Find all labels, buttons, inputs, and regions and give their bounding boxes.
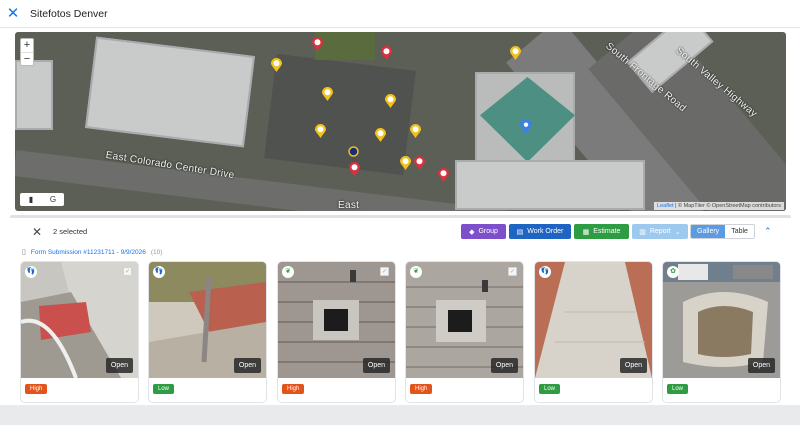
map-building <box>15 60 53 130</box>
window-title: Sitefotos Denver <box>30 7 108 20</box>
photo-card[interactable]: 👣 Open Low <box>149 262 266 402</box>
map-pin-yellow[interactable] <box>271 58 282 72</box>
open-button[interactable]: Open <box>490 358 518 373</box>
photo-card[interactable]: 👣 Open Low <box>535 262 652 402</box>
photo-count: (10) <box>150 248 163 256</box>
select-checkbox[interactable]: ✓ <box>123 267 132 276</box>
zoom-control: + − <box>20 38 34 66</box>
calculator-icon: ▦ <box>582 228 590 236</box>
open-button[interactable]: Open <box>619 358 647 373</box>
form-submission-header: ▯ Form Submission #11231711 - 9/9/2026 (… <box>22 248 163 257</box>
work-order-button[interactable]: ▤ Work Order <box>509 224 571 239</box>
map-pin-red[interactable] <box>312 37 323 51</box>
site-map[interactable]: East Colorado Center Drive South Frontag… <box>15 32 786 211</box>
table-tab[interactable]: Table <box>725 225 754 238</box>
street-label-east: East <box>338 200 360 211</box>
bottom-strip <box>0 405 800 425</box>
footsteps-icon: 👣 <box>153 266 165 278</box>
map-pin-red[interactable] <box>438 168 449 182</box>
photo-card[interactable]: ❦ ✓ Open High <box>406 262 523 402</box>
map-pin-red[interactable] <box>381 46 392 60</box>
map-pin-yellow[interactable] <box>385 94 396 108</box>
layers-icon: ◆ <box>469 228 475 236</box>
priority-badge: High <box>410 384 433 394</box>
footsteps-icon: 👣 <box>539 266 551 278</box>
open-button[interactable]: Open <box>362 358 390 373</box>
app-window: ✕ Sitefotos Denver East Colorado Center … <box>0 0 800 425</box>
map-pin-yellow[interactable] <box>322 87 333 101</box>
estimate-label: Estimate <box>593 228 621 235</box>
map-view-button[interactable]: ▮ <box>20 193 42 206</box>
map-pin-navy[interactable] <box>348 146 359 160</box>
clipboard-icon: ▤ <box>516 228 524 236</box>
open-button[interactable]: Open <box>747 358 775 373</box>
group-label: Group <box>478 228 498 235</box>
clear-selection-icon[interactable]: ✕ <box>32 225 42 239</box>
map-pin-red[interactable] <box>414 156 425 170</box>
site-photo: ✿ Open <box>663 262 780 378</box>
gallery-tab[interactable]: Gallery <box>691 225 726 238</box>
view-toggle: Gallery Table <box>690 224 755 239</box>
close-icon[interactable]: ✕ <box>6 6 20 21</box>
map-pin-yellow[interactable] <box>375 128 386 142</box>
map-pin-yellow[interactable] <box>510 46 521 60</box>
document-icon: ▥ <box>639 228 646 236</box>
select-checkbox[interactable]: ✓ <box>508 267 517 276</box>
google-view-button[interactable]: G <box>42 193 64 206</box>
map-pin-yellow[interactable] <box>315 124 326 138</box>
photo-card[interactable]: ✿ Open Low <box>663 262 780 402</box>
zoom-out-button[interactable]: − <box>21 52 33 65</box>
leaflet-link[interactable]: Leaflet <box>657 203 674 209</box>
priority-badge: Low <box>539 384 561 394</box>
map-resize-handle[interactable] <box>10 215 791 218</box>
priority-badge: Low <box>153 384 175 394</box>
priority-badge: High <box>25 384 48 394</box>
report-button[interactable]: ▥ Report ⌄ <box>632 224 688 239</box>
group-button[interactable]: ◆ Group <box>461 224 506 239</box>
work-order-label: Work Order <box>527 228 564 235</box>
map-pin-red[interactable] <box>349 162 360 176</box>
report-label: Report <box>649 228 671 235</box>
map-building <box>455 160 645 210</box>
map-pin-yellow[interactable] <box>410 124 421 138</box>
leaf-icon: ❦ <box>282 266 294 278</box>
priority-badge: High <box>282 384 305 394</box>
map-attribution: Leaflet | © MapTiler © OpenStreetMap con… <box>654 202 784 210</box>
open-button[interactable]: Open <box>105 358 133 373</box>
select-checkbox[interactable]: ✓ <box>380 267 389 276</box>
map-building <box>84 36 256 148</box>
photo-card[interactable]: 👣 ✓ Open High <box>21 262 138 402</box>
site-photo: 👣 ✓ Open <box>21 262 138 378</box>
document-icon: ▯ <box>22 249 26 256</box>
map-pin-yellow[interactable] <box>400 156 411 170</box>
photo-card[interactable]: ❦ ✓ Open High <box>278 262 395 402</box>
site-photo: ❦ ✓ Open <box>406 262 523 378</box>
map-pin-location[interactable] <box>520 118 532 135</box>
form-submission-link[interactable]: Form Submission #11231711 - 9/9/2026 <box>31 249 146 256</box>
site-photo: 👣 Open <box>149 262 266 378</box>
site-photo: ❦ ✓ Open <box>278 262 395 378</box>
attribution-text: | © MapTiler © OpenStreetMap contributor… <box>673 203 781 209</box>
plant-icon: ✿ <box>667 266 679 278</box>
site-photo: 👣 Open <box>535 262 652 378</box>
estimate-button[interactable]: ▦ Estimate <box>574 224 629 239</box>
title-bar: ✕ Sitefotos Denver <box>0 0 800 28</box>
zoom-in-button[interactable]: + <box>21 39 33 52</box>
leaf-icon: ❦ <box>410 266 422 278</box>
map-greenery <box>315 32 375 60</box>
open-button[interactable]: Open <box>233 358 261 373</box>
selection-toolbar: ✕ 2 selected ◆ Group ▤ Work Order ▦ Estimat… <box>0 222 800 242</box>
selected-count: 2 selected <box>53 227 88 236</box>
map-parking-lot <box>264 53 416 176</box>
chevron-up-icon[interactable]: ⌃ <box>764 226 772 237</box>
map-layer-toggle: ▮ G <box>20 193 64 206</box>
chevron-down-icon: ⌄ <box>674 228 681 236</box>
priority-badge: Low <box>667 384 689 394</box>
footsteps-icon: 👣 <box>25 266 37 278</box>
